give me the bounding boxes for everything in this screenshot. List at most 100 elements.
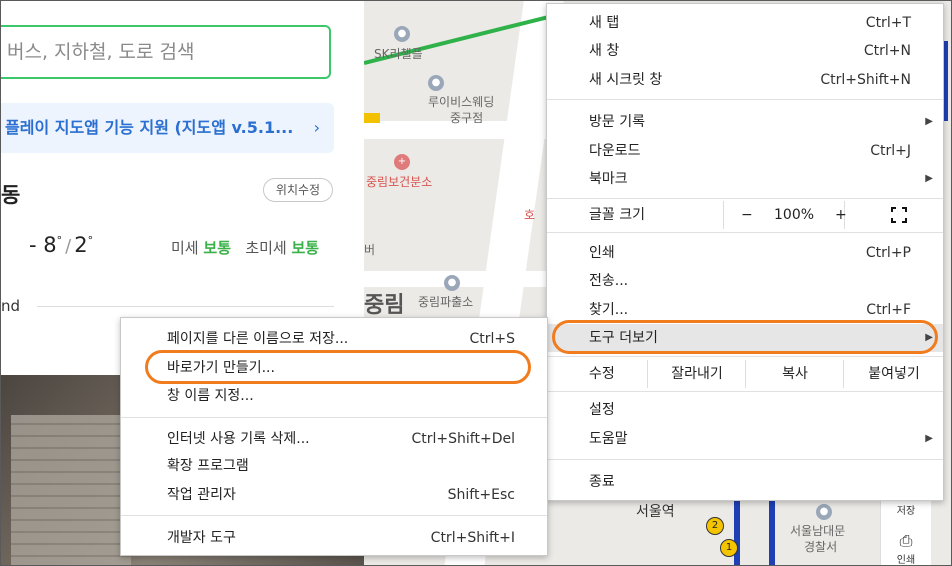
print-tool-label[interactable]: 인쇄 (881, 551, 931, 565)
screenshot-frame: 버스, 지하철, 도로 검색 플레이 지도앱 기능 지원 (지도앱 v.5.1.… (0, 0, 952, 566)
menu-separator (547, 99, 943, 100)
map-label-police: 중림파출소 (418, 295, 474, 309)
menu-shortcut: Ctrl+N (863, 43, 911, 59)
menu-separator (547, 232, 943, 233)
menu-label: 새 탭 (589, 15, 620, 31)
menu-label: 방문 기록 (589, 114, 645, 130)
submenu-arrow-icon: ▶ (925, 116, 933, 127)
submenu-item-task-manager[interactable]: 작업 관리자 Shift+Esc (121, 481, 547, 509)
menu-label: 확장 프로그램 (167, 458, 249, 474)
copy-button[interactable]: 복사 (745, 360, 844, 388)
menu-label: 설정 (589, 402, 615, 418)
submenu-item-extensions[interactable]: 확장 프로그램 (121, 452, 547, 480)
ultrafine-dust-value: 보통 (291, 239, 320, 257)
app-banner[interactable]: 플레이 지도앱 기능 지원 (지도앱 v.5.1... › (1, 103, 334, 153)
submenu-arrow-icon: ▶ (925, 173, 933, 184)
temperature: - 8°/2° (29, 233, 94, 257)
printer-icon[interactable]: ⎙ (881, 531, 931, 551)
ultrafine-dust-label: 초미세 (245, 239, 287, 257)
fullscreen-icon[interactable] (891, 207, 907, 223)
menu-item-exit[interactable]: 종료 (547, 468, 943, 496)
police-pin-icon: ● (444, 275, 460, 291)
wedding-pin-icon: ● (428, 75, 444, 91)
menu-shortcut: Ctrl+Shift+Del (411, 431, 515, 447)
partial-text: nd (1, 297, 21, 315)
banner-text: 플레이 지도앱 기능 지원 (지도앱 v.5.1... (5, 118, 294, 137)
menu-item-print[interactable]: 인쇄 Ctrl+P (547, 239, 943, 267)
police-station-pin-icon: ● (816, 504, 832, 520)
menu-shortcut: Ctrl+J (870, 143, 911, 159)
paste-button[interactable]: 붙여넣기 (843, 360, 944, 388)
submenu-item-name-window[interactable]: 창 이름 지정... (121, 382, 547, 410)
map-label-junggu: 중구점 (450, 111, 484, 125)
temp-high: 2 (74, 233, 88, 257)
menu-item-history[interactable]: 방문 기록 ▶ (547, 108, 943, 136)
menu-label: 글꼴 크기 (589, 207, 645, 223)
degree-symbol: ° (56, 234, 63, 247)
menu-separator (547, 391, 943, 392)
menu-item-downloads[interactable]: 다운로드 Ctrl+J (547, 137, 943, 165)
submenu-item-clear-data[interactable]: 인터넷 사용 기록 삭제... Ctrl+Shift+Del (121, 425, 547, 453)
menu-item-cast[interactable]: 전송... (547, 267, 943, 295)
air-quality: 미세 보통 초미세 보통 (171, 237, 319, 258)
map-label-police-box: 서울남대문 (790, 524, 846, 538)
menu-shortcut: Ctrl+Shift+N (820, 72, 911, 88)
menu-zoom-row: 글꼴 크기 − 100% + (547, 201, 943, 229)
cut-button[interactable]: 잘라내기 (647, 360, 746, 388)
menu-label: 수정 (589, 366, 615, 382)
map-label-station: 서울역 (636, 504, 675, 520)
menu-separator (547, 198, 943, 199)
menu-shortcut: Ctrl+Shift+I (430, 530, 515, 546)
menu-item-new-tab[interactable]: 새 탭 Ctrl+T (547, 9, 943, 37)
line-2-badge: 2 (706, 517, 724, 535)
menu-separator (121, 515, 547, 516)
menu-shortcut: Ctrl+F (866, 302, 911, 318)
map-label-area: 중림 (364, 293, 405, 318)
map-label-health: 중림보건분소 (366, 175, 433, 189)
chrome-main-menu: 새 탭 Ctrl+T 새 창 Ctrl+N 새 시크릿 창 Ctrl+Shift… (546, 3, 944, 501)
menu-item-new-window[interactable]: 새 창 Ctrl+N (547, 37, 943, 65)
place-name: 동 (1, 183, 21, 207)
zoom-level: 100% (774, 207, 815, 223)
submenu-arrow-icon: ▶ (925, 433, 933, 444)
menu-label: 전송... (589, 273, 629, 289)
menu-separator (547, 356, 943, 357)
menu-separator (121, 417, 547, 418)
menu-separator (547, 459, 943, 460)
menu-item-bookmarks[interactable]: 북마크 ▶ (547, 165, 943, 193)
menu-label: 개발자 도구 (167, 530, 236, 546)
menu-item-help[interactable]: 도움말 ▶ (547, 425, 943, 453)
location-pin-icon: ● (394, 26, 410, 42)
submenu-item-save-as[interactable]: 페이지를 다른 이름으로 저장... Ctrl+S (121, 325, 547, 353)
menu-label: 인터넷 사용 기록 삭제... (167, 431, 310, 447)
temp-low: - 8 (29, 233, 57, 257)
save-tool-label[interactable]: 저장 (881, 502, 931, 517)
menu-shortcut: Ctrl+S (469, 331, 515, 347)
map-label-ber: 버 (364, 243, 376, 257)
menu-shortcut: Ctrl+P (865, 245, 911, 261)
menu-label: 북마크 (589, 171, 628, 187)
menu-shortcut: Shift+Esc (447, 487, 515, 503)
map-label-hotel: 호 (524, 208, 536, 222)
edit-location-button[interactable]: 위치수정 (263, 178, 333, 202)
submenu-item-create-shortcut[interactable]: 바로가기 만들기... (121, 354, 547, 382)
menu-label: 작업 관리자 (167, 487, 236, 503)
menu-item-incognito[interactable]: 새 시크릿 창 Ctrl+Shift+N (547, 66, 943, 94)
menu-label: 찾기... (589, 302, 629, 318)
menu-item-find[interactable]: 찾기... Ctrl+F (547, 296, 943, 324)
map-side-tools: 저장 ⎙ 인쇄 (880, 496, 931, 565)
divider (37, 306, 334, 307)
search-input[interactable]: 버스, 지하철, 도로 검색 (1, 25, 331, 79)
menu-label: 다운로드 (589, 143, 641, 159)
submenu-arrow-icon: ▶ (925, 332, 933, 343)
menu-label: 도구 더보기 (589, 330, 658, 346)
submenu-item-dev-tools[interactable]: 개발자 도구 Ctrl+Shift+I (121, 524, 547, 552)
hospital-pin-icon: + (394, 154, 410, 170)
zoom-in-button[interactable]: + (835, 201, 847, 229)
menu-item-more-tools[interactable]: 도구 더보기 ▶ (547, 324, 943, 352)
menu-item-settings[interactable]: 설정 (547, 396, 943, 424)
menu-label: 종료 (589, 474, 615, 490)
map-label-police-box2: 경찰서 (804, 540, 838, 554)
menu-label: 새 시크릿 창 (589, 72, 663, 88)
zoom-out-button[interactable]: − (741, 201, 753, 229)
